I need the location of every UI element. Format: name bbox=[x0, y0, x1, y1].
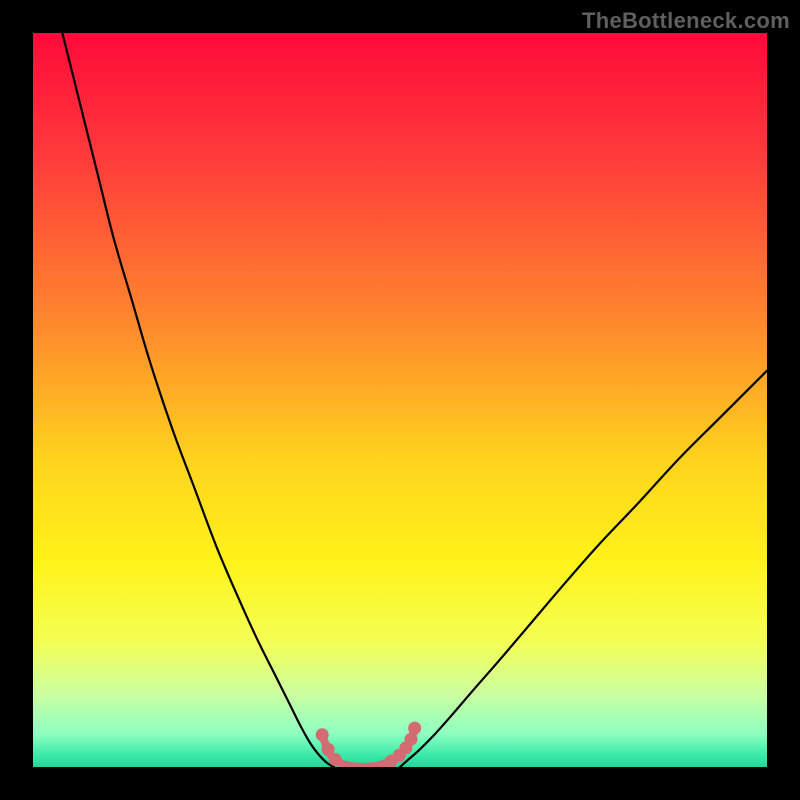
valley-dot bbox=[316, 728, 329, 741]
chart-container: TheBottleneck.com bbox=[0, 0, 800, 800]
watermark-text: TheBottleneck.com bbox=[582, 8, 790, 34]
plot-area bbox=[33, 33, 767, 767]
valley-dot bbox=[329, 753, 342, 766]
series-left-curve bbox=[62, 33, 334, 767]
curves-layer bbox=[33, 33, 767, 767]
valley-dot bbox=[408, 722, 421, 735]
valley-dot bbox=[405, 733, 418, 746]
series-right-curve bbox=[400, 371, 767, 767]
